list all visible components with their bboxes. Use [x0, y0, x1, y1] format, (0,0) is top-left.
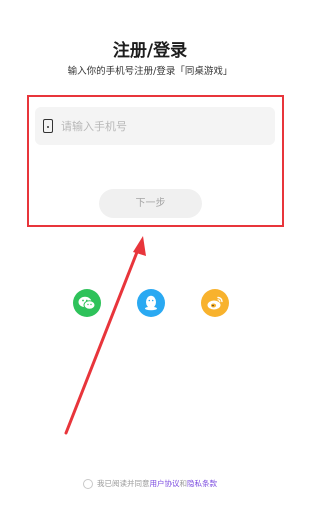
agreement-checkbox[interactable] [83, 479, 93, 489]
agreement: 我已阅读并同意用户协议和隐私条款 [0, 478, 300, 489]
agreement-prefix: 我已阅读并同意 [97, 479, 150, 488]
privacy-link[interactable]: 隐私条款 [187, 479, 217, 488]
agreement-and: 和 [179, 479, 188, 488]
user-agreement-link[interactable]: 用户协议 [150, 479, 180, 488]
annotation-arrow [64, 236, 146, 435]
